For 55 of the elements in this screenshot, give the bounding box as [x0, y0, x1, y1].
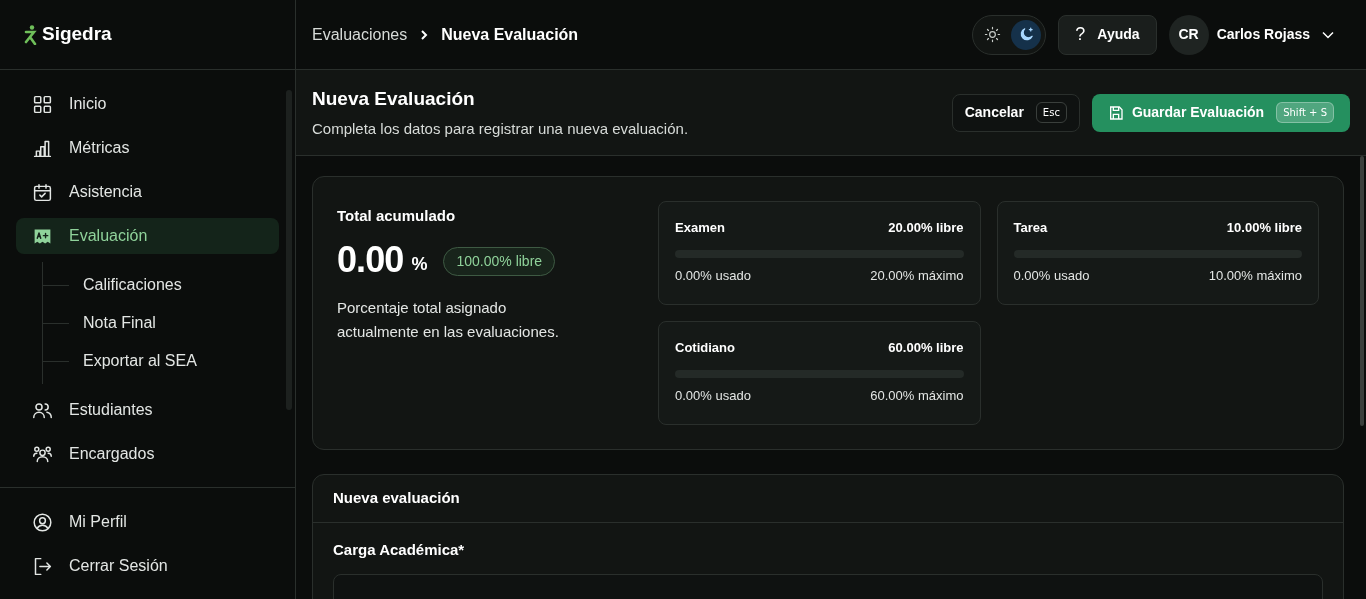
used-label: 0.00% usado [675, 386, 751, 405]
max-label: 20.00% máximo [870, 266, 964, 285]
logout-icon [32, 555, 53, 577]
user-menu[interactable]: Carlos Rojass [1216, 24, 1350, 45]
total-value: 0.00 [337, 239, 404, 280]
calendar-check-icon [32, 181, 53, 203]
sidebar-item[interactable]: Mi Perfil [16, 504, 279, 540]
max-label: 60.00% máximo [870, 386, 964, 405]
brand-name: Sigedra [42, 22, 112, 47]
button-label: Guardar Evaluación [1131, 103, 1265, 122]
sun-icon [983, 26, 1001, 43]
sidebar-item[interactable]: Asistencia [16, 174, 279, 210]
help-icon: ? [1075, 21, 1086, 48]
submenu-item[interactable]: Calificaciones [83, 273, 182, 297]
category-name: Examen [675, 219, 725, 237]
category-free: 10.00% libre [1226, 219, 1302, 237]
save-icon [1107, 104, 1124, 121]
submenu-item[interactable]: Nota Final [83, 311, 156, 335]
used-label: 0.00% usado [1013, 266, 1090, 285]
category-free: 20.00% libre [888, 219, 964, 237]
form-title: Nueva evaluación [313, 475, 1343, 523]
category-free: 60.00% libre [888, 339, 964, 357]
sidebar-item[interactable]: Estudiantes [16, 392, 279, 428]
help-button[interactable]: ? Ayuda [1058, 14, 1157, 55]
breadcrumb-item[interactable]: Evaluaciones [312, 22, 408, 47]
chevron-down-icon [1322, 30, 1334, 39]
summary-description: Porcentaje total asignado actualmente en las evaluaciones. [337, 297, 560, 342]
page-title: Nueva Evaluación [312, 87, 476, 111]
submenu-item[interactable]: Exportar al SEA [83, 349, 197, 373]
theme-option[interactable] [1011, 19, 1042, 50]
sidebar-item[interactable]: Evaluación [16, 218, 279, 254]
chevron-icon [419, 28, 430, 41]
category-name: Cotidiano [675, 339, 735, 357]
category-name: Tarea [1013, 219, 1048, 237]
used-label: 0.00% usado [675, 266, 751, 285]
page-subtitle: Completa los datos para registrar una nueva evaluación. [312, 118, 689, 139]
cancel-button[interactable]: Cancelar Esc [951, 93, 1080, 132]
free-badge: 100.00% libre [443, 246, 556, 276]
profile-icon [32, 511, 53, 533]
grid-icon [32, 93, 53, 115]
save-button[interactable]: Guardar Evaluación Shift + S [1091, 93, 1350, 132]
sidebar-item[interactable]: Encargados [16, 436, 279, 472]
sidebar-item[interactable]: Métricas [16, 130, 279, 166]
shortcut-key: Shift + S [1276, 102, 1334, 123]
sidebar-item[interactable]: Inicio [16, 86, 279, 122]
total-unit: % [411, 252, 428, 276]
breadcrumb-item: Nueva Evaluación [441, 24, 579, 45]
button-label: Cancelar [964, 103, 1024, 122]
summary-title: Total acumulado [337, 206, 457, 226]
runner-logo-icon [24, 24, 38, 45]
max-label: 10.00% máximo [1208, 266, 1302, 285]
field-label: Carga Académica* [333, 540, 466, 560]
user-avatar: CR [1168, 14, 1209, 55]
sidebar-item[interactable]: Cerrar Sesión [16, 548, 279, 584]
shortcut-key: Esc [1035, 102, 1067, 123]
